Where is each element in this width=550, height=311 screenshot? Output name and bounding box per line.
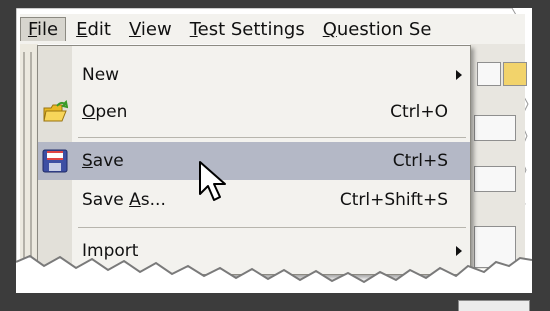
mouse-pointer-icon (199, 161, 226, 201)
background-combo-box[interactable] (474, 115, 516, 141)
open-folder-icon (43, 100, 68, 122)
menu-item-open[interactable]: Open Ctrl+O (38, 93, 470, 131)
menu-item-save-as-label: Save As... (82, 190, 166, 210)
menu-view[interactable]: View (121, 17, 180, 42)
toolbar-document-icon[interactable] (477, 62, 501, 86)
menu-item-save-as[interactable]: Save As... Ctrl+Shift+S (38, 181, 470, 219)
toolbar-book-icon[interactable] (503, 62, 527, 86)
floppy-disk-icon (42, 149, 68, 173)
menu-file[interactable]: File (20, 17, 67, 41)
menu-item-new[interactable]: New (38, 56, 470, 94)
menu-item-save[interactable]: Save Ctrl+S (38, 142, 470, 180)
menu-separator (78, 227, 466, 228)
menu-separator (78, 137, 466, 138)
menu-edit[interactable]: Edit (68, 17, 119, 42)
frame-top (0, 0, 550, 8)
menu-item-open-shortcut: Ctrl+O (390, 102, 448, 122)
frame-left (0, 0, 16, 311)
menu-question-settings[interactable]: Question Se (315, 17, 440, 42)
menu-test-settings[interactable]: Test Settings (182, 17, 313, 42)
menu-item-new-label: New (82, 65, 120, 85)
menu-item-save-label: Save (82, 151, 124, 171)
frame-right (532, 0, 550, 311)
torn-edge (16, 254, 532, 293)
menu-item-open-label: Open (82, 102, 128, 122)
menu-item-save-as-shortcut: Ctrl+Shift+S (339, 190, 448, 210)
menu-item-save-shortcut: Ctrl+S (392, 151, 448, 171)
background-window-corner (458, 300, 530, 311)
menu-bar: File Edit View Test Settings Question Se (20, 14, 525, 44)
submenu-arrow-icon (456, 70, 462, 80)
file-menu-dropdown: New Open Ctrl+O Save Ctrl+S Save As... C… (37, 45, 471, 275)
background-combo-box[interactable] (474, 166, 516, 192)
